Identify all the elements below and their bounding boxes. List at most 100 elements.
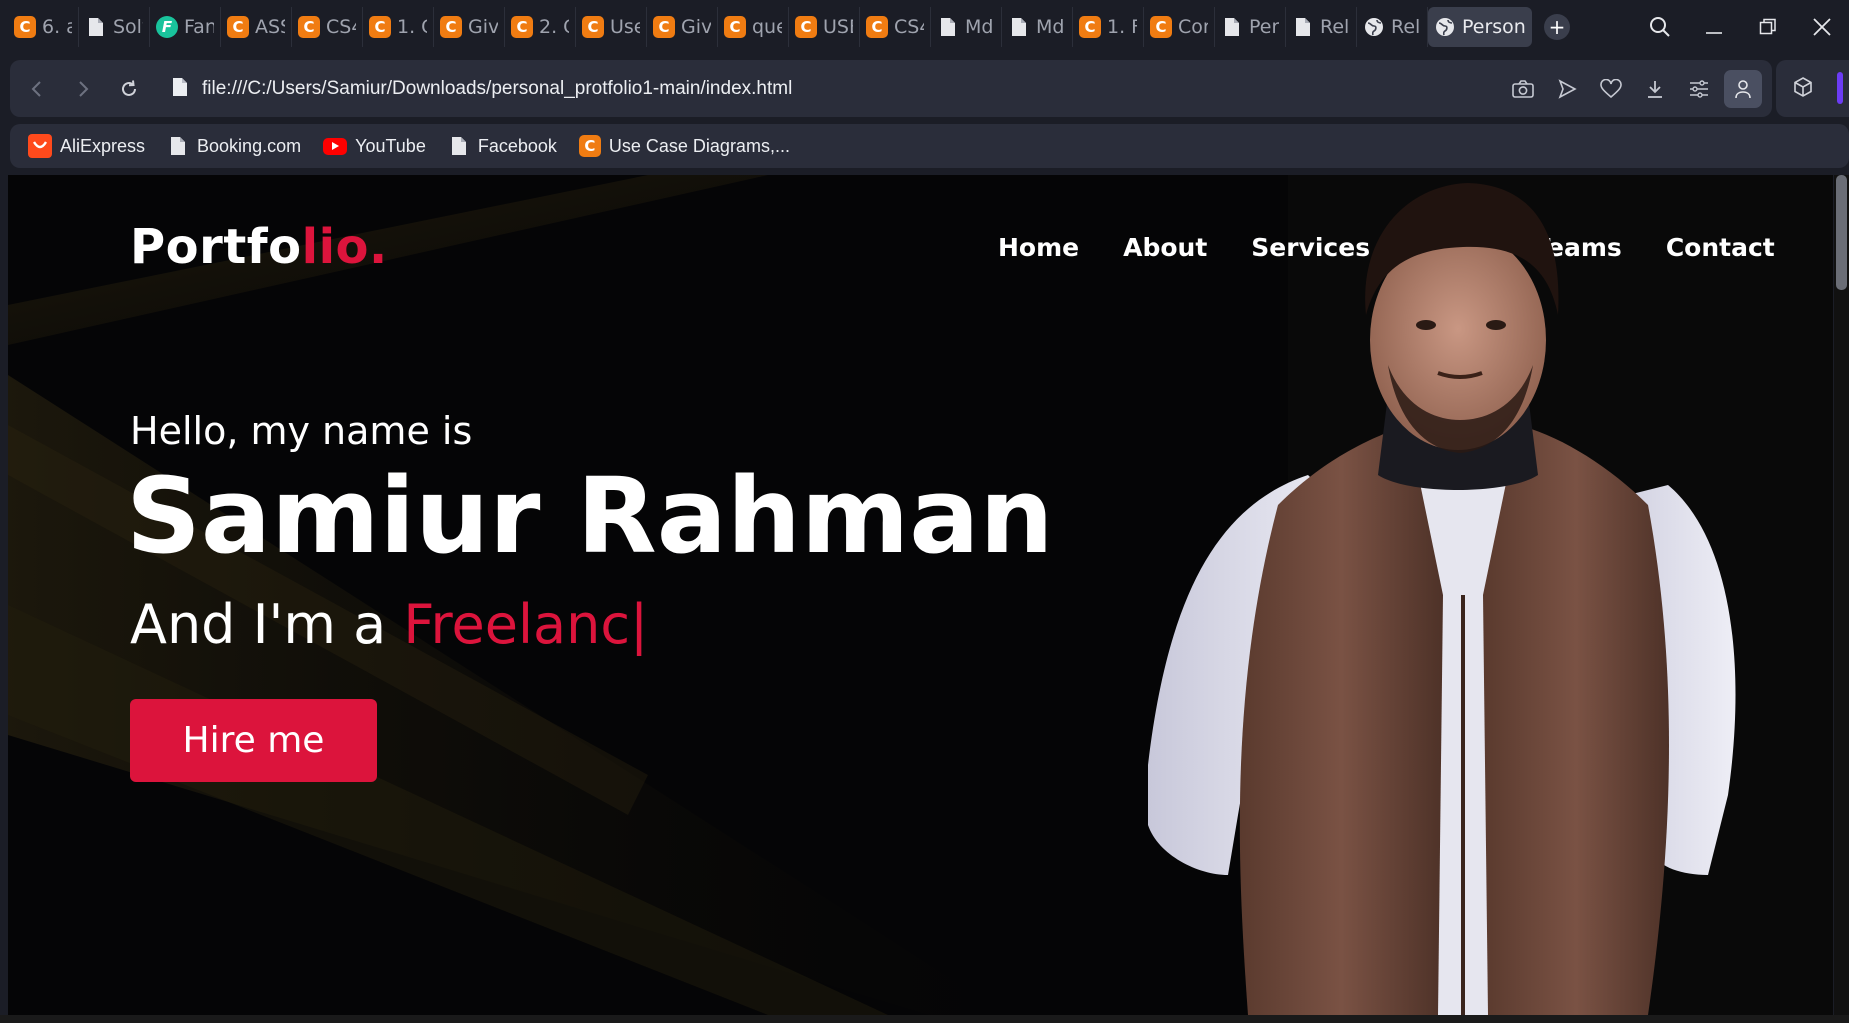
hero-name: Samiur Rahman [126,455,1054,577]
tab-label: Persona [1462,16,1526,38]
url-text[interactable]: file:///C:/Users/Samiur/Downloads/person… [202,78,792,100]
browser-tab[interactable]: C 2. G [505,7,576,47]
scrollbar-thumb[interactable] [1836,175,1847,290]
reload-icon[interactable] [106,66,152,112]
camera-icon[interactable] [1504,70,1542,108]
globe-icon [1434,16,1456,38]
bookmark-item[interactable]: AliExpress [28,134,145,158]
browser-tab[interactable]: C CS4 [292,7,363,47]
tab-label: Cor [1178,16,1208,38]
browser-tab[interactable]: C Give [434,7,505,47]
tab-label: 6. a [42,16,72,38]
tab-label: 1. G [397,16,427,38]
intro-greeting: Hello, my name is [130,409,473,453]
bookmark-label: Facebook [477,135,557,156]
profile-photo [1108,175,1748,1015]
tab-label: 2. G [539,16,569,38]
bookmark-item[interactable]: Booking.com [167,135,301,157]
role-typed-text: Freelanc [403,593,631,656]
aliexpress-icon [28,134,52,158]
document-icon [1221,16,1243,38]
close-icon[interactable] [1795,0,1849,54]
tab-label: Give [468,16,498,38]
browser-tab[interactable]: C 1. G [363,7,434,47]
hire-me-button[interactable]: Hire me [130,699,377,782]
browser-tab[interactable]: Md [1002,7,1073,47]
browser-tab[interactable]: Per [1215,7,1286,47]
bookmark-label: AliExpress [60,135,146,156]
profile-icon[interactable] [1724,69,1762,108]
page-scrollbar[interactable] [1834,175,1849,1015]
browser-tab[interactable]: C Give [647,7,718,47]
browser-tab[interactable]: C Use [576,7,647,47]
browser-tab[interactable]: Rele [1286,7,1357,47]
tab-label: Rele [1391,16,1421,38]
bookmark-label: Use Case Diagrams,... [608,135,790,156]
browser-tab[interactable]: F Fan [150,7,221,47]
cube-icon[interactable] [1792,76,1814,102]
bookmark-item[interactable]: C Use Case Diagrams,... [578,135,790,157]
document-icon [448,135,470,157]
extensions-panel [1776,60,1849,117]
browser-tab[interactable]: Md [931,7,1002,47]
f-favicon-icon: F [156,16,178,38]
active-browser-tab[interactable]: Persona [1428,7,1532,47]
c-favicon-icon: C [511,16,533,38]
globe-icon [1363,16,1385,38]
tab-label: ASS [255,16,285,38]
browser-tab[interactable]: Rele [1357,7,1428,47]
tab-label: que [752,16,782,38]
tab-label: Solv [113,16,143,38]
url-field[interactable]: file:///C:/Users/Samiur/Downloads/person… [172,77,792,101]
tab-label: Use [610,16,640,38]
document-icon [172,77,188,101]
heart-icon[interactable] [1592,70,1630,108]
logo-accent-text: lio. [301,219,388,275]
c-favicon-icon: C [227,16,249,38]
browser-tab[interactable]: C 1. F [1073,7,1144,47]
browser-tab[interactable]: C ASS [221,7,292,47]
document-icon [1008,16,1030,38]
restore-icon[interactable] [1741,0,1795,54]
toolbar-actions [1504,60,1762,117]
settings-sliders-icon[interactable] [1680,70,1718,108]
bookmarks-bar: AliExpress Booking.com YouTube Facebook C Use… [10,124,1849,168]
hero-role: And I'm a Freelanc| [130,593,648,656]
search-tabs-icon[interactable] [1633,0,1687,54]
minimize-icon[interactable] [1687,0,1741,54]
c-favicon-icon: C [1079,16,1101,38]
site-logo[interactable]: Portfolio. [130,219,388,275]
tab-label: Rele [1320,16,1350,38]
send-icon[interactable] [1548,70,1586,108]
address-toolbar: file:///C:/Users/Samiur/Downloads/person… [10,60,1772,117]
c-favicon-icon: C [724,16,746,38]
bookmark-item[interactable]: YouTube [323,136,426,157]
c-favicon-icon: C [866,16,888,38]
forward-icon[interactable] [60,66,106,112]
browser-tab[interactable]: Solv [79,7,150,47]
new-tab-button[interactable]: + [1544,14,1570,40]
browser-tab[interactable]: C USE [789,7,860,47]
back-icon[interactable] [14,66,60,112]
tab-strip: C 6. a Solv F Fan C ASS C CS4 C 1. G C Give C 2. G C Use… [0,0,1849,54]
browser-tab[interactable]: Cque [718,7,789,47]
browser-tab[interactable]: C Cor [1144,7,1215,47]
browser-tab[interactable]: C CS4 [860,7,931,47]
tab-label: Per [1249,16,1279,38]
c-favicon-icon: C [298,16,320,38]
sidebar-accent [1837,72,1843,104]
download-icon[interactable] [1636,70,1674,108]
nav-link-home[interactable]: Home [998,233,1079,262]
role-prefix: And I'm a [130,593,404,656]
browser-tab[interactable]: C 6. a [8,7,79,47]
c-favicon-icon: C [582,16,604,38]
c-favicon-icon: C [795,16,817,38]
document-icon [167,135,189,157]
browser-window: C 6. a Solv F Fan C ASS C CS4 C 1. G C Give C 2. G C Use… [0,0,1849,1023]
tab-label: CS4 [894,16,924,38]
c-favicon-icon: C [369,16,391,38]
c-favicon-icon: C [440,16,462,38]
status-strip [0,1015,1849,1023]
bookmark-label: Booking.com [197,135,302,156]
bookmark-item[interactable]: Facebook [448,135,557,157]
